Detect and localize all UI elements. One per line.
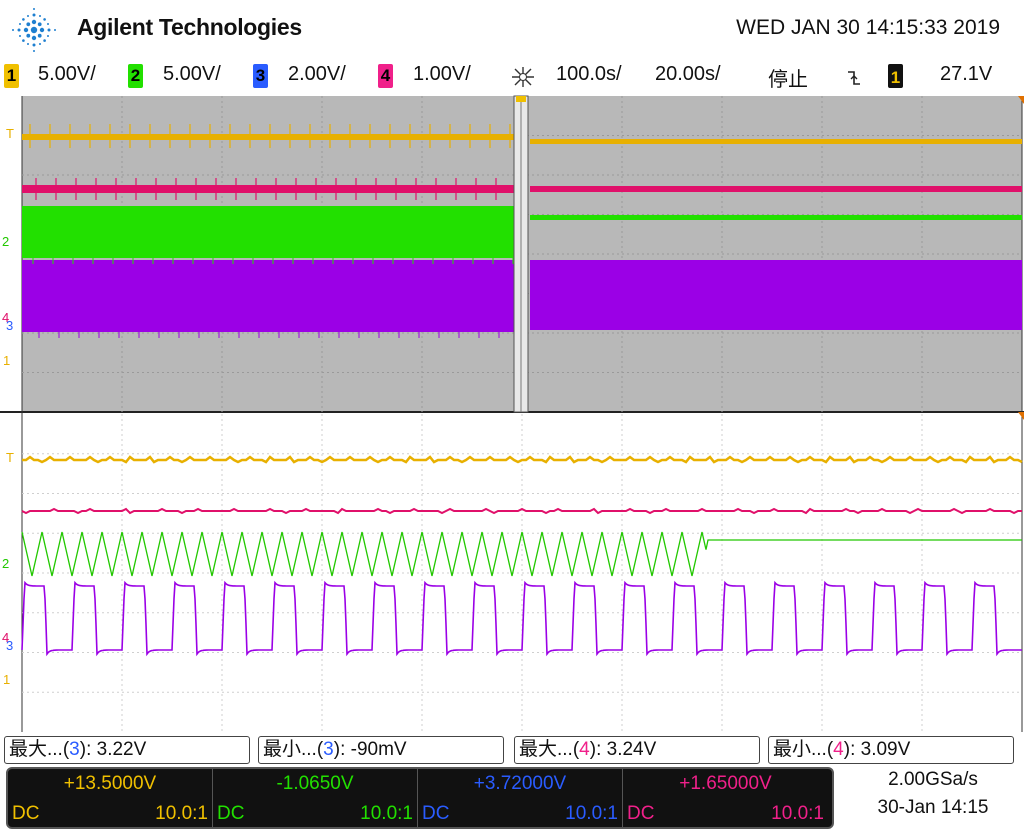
measurement-4[interactable]: 最小...(4): 3.09V: [768, 736, 1014, 764]
ch3-probe: 10.0:1: [565, 803, 618, 824]
ch3-offset: +3.72000V: [473, 773, 567, 794]
agilent-spark-logo-icon: [12, 8, 56, 52]
measurement-value: -90mV: [350, 739, 407, 760]
brand-name: Agilent Technologies: [77, 14, 302, 40]
measurement-value: 3.22V: [96, 739, 147, 760]
trigger-marker-lower: T: [6, 450, 14, 465]
ch1-offset-cell[interactable]: +13.5000V DC 10.0:1: [8, 769, 213, 827]
ch2-coupling: DC: [217, 803, 245, 824]
ch2-marker-upper: 2: [2, 234, 9, 249]
ch4-coupling: DC: [627, 803, 655, 824]
ch3-marker-upper: 3: [6, 318, 13, 333]
ch4-probe: 10.0:1: [771, 803, 824, 824]
acquisition-date: 30-Jan 14:15: [877, 797, 989, 818]
ch1-band-left: [22, 134, 514, 140]
ch2-line-right: [530, 215, 1022, 220]
ch1-marker-lower: 1: [3, 672, 10, 687]
measurement-channel: 4: [833, 739, 844, 760]
measurement-sep: ):: [589, 739, 607, 760]
ch2-probe: 10.0:1: [360, 803, 413, 824]
datetime: WED JAN 30 14:15:33 2019: [736, 16, 1000, 39]
run-state: 停止: [768, 69, 808, 91]
trigger-edge-icon: [848, 71, 860, 85]
status-bar: 1 5.00V/ 2 5.00V/ 3 2.00V/ 4 1.00V/ 100.…: [0, 60, 1024, 94]
measurement-sep: ):: [843, 739, 861, 760]
measurement-1[interactable]: 最大...(3): 3.22V: [4, 736, 250, 764]
ch1-coupling: DC: [12, 803, 40, 824]
ch3-badge[interactable]: 3: [253, 64, 268, 88]
measurement-value: 3.24V: [606, 739, 657, 760]
measurement-label: 最小...(: [263, 739, 324, 760]
ch1-offset: +13.5000V: [63, 773, 157, 794]
ch1-probe: 10.0:1: [155, 803, 208, 824]
timebase-icon: [512, 67, 534, 87]
measurement-label: 最大...(: [519, 739, 580, 760]
ch3-marker-lower: 3: [6, 638, 13, 653]
ch3-scale: 2.00V/: [288, 63, 346, 85]
channel-offsets-panel: +13.5000V DC 10.0:1 -1.0650V DC 10.0:1 +…: [6, 767, 834, 829]
trigger-marker-upper: T: [6, 126, 14, 141]
measurement-sep: ):: [79, 739, 97, 760]
ch4-offset-cell[interactable]: +1.65000V DC 10.0:1: [623, 769, 828, 827]
ch1-scale: 5.00V/: [38, 63, 96, 85]
ch1-band-right: [530, 139, 1022, 144]
trigger-source-badge[interactable]: 1: [888, 64, 903, 88]
measurement-channel: 3: [69, 739, 80, 760]
ch3-offset-cell[interactable]: +3.72000V DC 10.0:1: [418, 769, 623, 827]
acquisition-info: 2.00GSa/s 30-Jan 14:15: [842, 765, 1024, 829]
sample-rate: 2.00GSa/s: [888, 769, 978, 790]
measurement-sep: ):: [333, 739, 351, 760]
ch2-scale: 5.00V/: [163, 63, 221, 85]
trigger-level: 27.1V: [940, 63, 993, 85]
measurement-channel: 3: [323, 739, 334, 760]
measurement-3[interactable]: 最大...(4): 3.24V: [514, 736, 760, 764]
ch2-envelope-left: [22, 206, 514, 258]
ch2-badge[interactable]: 2: [128, 64, 143, 88]
measurement-label: 最大...(: [9, 739, 70, 760]
ch2-marker-lower: 2: [2, 556, 9, 571]
ch4-scale: 1.00V/: [413, 63, 471, 85]
timebase-scale: 100.0s/: [556, 63, 622, 85]
time-delay: 20.00s/: [655, 63, 721, 85]
ch3-coupling: DC: [422, 803, 450, 824]
ch1-badge[interactable]: 1: [4, 64, 19, 88]
header: Agilent Technologies WED JAN 30 14:15:33…: [0, 0, 1024, 60]
ch2-offset-cell[interactable]: -1.0650V DC 10.0:1: [213, 769, 418, 827]
measurement-bar: 最大...(3): 3.22V 最小...(3): -90mV 最大...(4)…: [0, 734, 1024, 764]
ch2-offset: -1.0650V: [276, 773, 354, 794]
channel-info-bar: +13.5000V DC 10.0:1 -1.0650V DC 10.0:1 +…: [0, 765, 1024, 829]
measurement-2[interactable]: 最小...(3): -90mV: [258, 736, 504, 764]
ch4-badge[interactable]: 4: [378, 64, 393, 88]
scope-display: T 2 4 3 1 T 2 4 3 1: [0, 95, 1024, 732]
measurement-channel: 4: [579, 739, 590, 760]
ch1-marker-upper: 1: [3, 353, 10, 368]
ch3-envelope-right: [530, 260, 1022, 330]
ch4-band-right: [530, 186, 1022, 192]
ch4-offset: +1.65000V: [679, 773, 772, 794]
measurement-label: 最小...(: [773, 739, 834, 760]
measurement-value: 3.09V: [860, 739, 911, 760]
ch3-envelope-left: [22, 260, 514, 332]
